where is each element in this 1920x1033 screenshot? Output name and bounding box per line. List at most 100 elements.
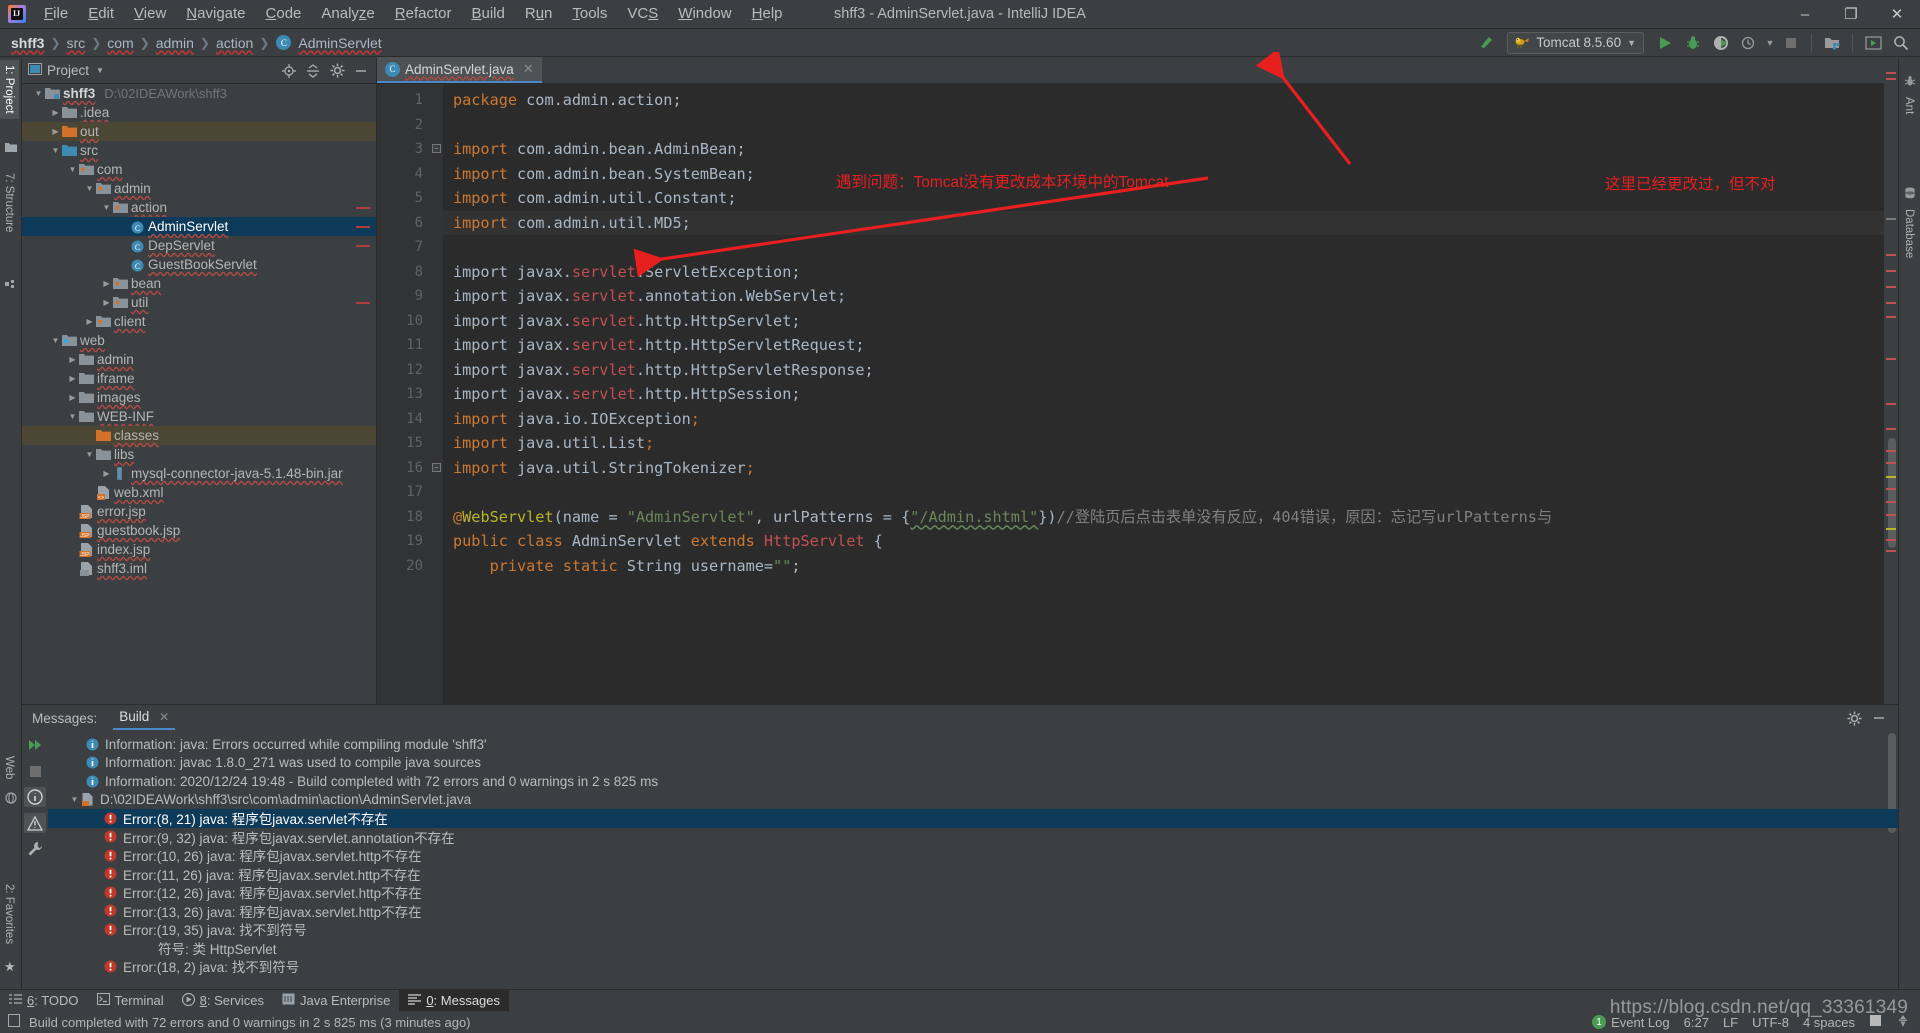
build-message-row[interactable]: Error:(19, 35) java: 找不到符号	[48, 920, 1898, 939]
breadcrumb-item-action[interactable]: action	[213, 34, 256, 52]
chevron-down-icon[interactable]: ▼	[96, 66, 104, 75]
code-line[interactable]: import com.admin.util.MD5;	[453, 211, 691, 236]
chevron-down-icon[interactable]: ▼	[1764, 32, 1776, 54]
chevron-down-icon[interactable]: ▼	[32, 87, 45, 100]
fold-toggle-icon[interactable]: −	[432, 144, 441, 153]
bottom-tab-8-services[interactable]: 8: Services	[173, 990, 273, 1012]
chevron-down-icon[interactable]: ▼	[83, 448, 96, 461]
hide-icon[interactable]	[350, 61, 372, 81]
chevron-down-icon[interactable]: ▼	[49, 144, 62, 157]
bottom-tab-6-todo[interactable]: 6: TODO	[0, 990, 88, 1012]
tree-node-bean[interactable]: ▶ bean	[22, 274, 376, 293]
inspector-icon[interactable]	[1896, 1014, 1910, 1031]
bottom-tab-java-enterprise[interactable]: Java Enterprise	[273, 990, 399, 1012]
tree-node-mysql-connector-java-5-1-48-bin-jar[interactable]: ▶ mysql-connector-java-5.1.48-bin.jar	[22, 464, 376, 483]
chevron-right-icon[interactable]: ▶	[100, 277, 113, 290]
tree-node-out[interactable]: ▶ out	[22, 122, 376, 141]
error-stripe-mark[interactable]	[1886, 539, 1896, 541]
tree-node-index-jsp[interactable]: JSP index.jsp	[22, 540, 376, 559]
indent-setting[interactable]: 4 spaces	[1803, 1015, 1855, 1030]
error-stripe-mark[interactable]	[1886, 270, 1896, 272]
sidebar-item-structure[interactable]: 7: Structure	[0, 168, 19, 237]
tree-node-guestbook-jsp[interactable]: JSP guestbook.jsp	[22, 521, 376, 540]
menu-view[interactable]: View	[124, 2, 176, 26]
minimize-button[interactable]: –	[1782, 0, 1828, 29]
chevron-right-icon[interactable]: ▶	[49, 106, 62, 119]
info-icon[interactable]	[24, 787, 46, 807]
breadcrumb-item-adminservlet[interactable]: AdminServlet	[295, 34, 384, 52]
error-stripe-mark[interactable]	[1886, 358, 1896, 360]
chevron-down-icon[interactable]: ▼	[66, 163, 79, 176]
run-configuration-selector[interactable]: Tomcat 8.5.60 ▼	[1507, 31, 1644, 54]
tree-node-classes[interactable]: classes	[22, 426, 376, 445]
build-messages-list[interactable]: Information: java: Errors occurred while…	[48, 731, 1898, 989]
chevron-down-icon[interactable]: ▼	[49, 334, 62, 347]
code-line[interactable]: public class AdminServlet extends HttpSe…	[453, 529, 883, 554]
stop-icon[interactable]	[24, 761, 46, 781]
chevron-down-icon[interactable]: ▼	[68, 793, 81, 806]
error-stripe-mark[interactable]	[1886, 514, 1896, 516]
editor-tab-adminservlet[interactable]: C AdminServlet.java ✕	[377, 57, 542, 83]
code-line[interactable]: import javax.servlet.http.HttpSession;	[453, 382, 800, 407]
chevron-right-icon[interactable]: ▶	[66, 353, 79, 366]
code-line[interactable]: import com.admin.util.Constant;	[453, 186, 736, 211]
build-message-row[interactable]: Error:(18, 2) java: 找不到符号	[48, 957, 1898, 976]
tree-node-shff3[interactable]: ▼ shff3 D:\02IDEAWork\shff3	[22, 84, 376, 103]
menu-build[interactable]: Build	[461, 2, 514, 26]
gear-icon[interactable]	[1843, 708, 1865, 728]
tree-node-shff3-iml[interactable]: shff3.iml	[22, 559, 376, 578]
tree-node-action[interactable]: ▼ action	[22, 198, 376, 217]
error-stripe-mark[interactable]	[1886, 72, 1896, 74]
chevron-right-icon[interactable]: ▶	[83, 315, 96, 328]
tree-node-error-jsp[interactable]: JSP error.jsp	[22, 502, 376, 521]
menu-file[interactable]: File	[34, 2, 78, 26]
chevron-right-icon[interactable]: ▶	[66, 391, 79, 404]
menu-code[interactable]: Code	[256, 2, 312, 26]
line-separator[interactable]: LF	[1723, 1015, 1738, 1030]
tree-node-depservlet[interactable]: C DepServlet	[22, 236, 376, 255]
rerun-icon[interactable]	[24, 735, 46, 755]
coverage-icon[interactable]	[1708, 32, 1734, 54]
menu-run[interactable]: Run	[515, 2, 563, 26]
tree-node-web-inf[interactable]: ▼ WEB-INF	[22, 407, 376, 426]
code-line[interactable]: import javax.servlet.http.HttpServletReq…	[453, 333, 864, 358]
breadcrumb-item-src[interactable]: src	[64, 34, 89, 52]
code-line[interactable]: import javax.servlet.ServletException;	[453, 260, 800, 285]
error-stripe-mark[interactable]	[1886, 254, 1896, 256]
debug-icon[interactable]	[1680, 32, 1706, 54]
build-message-row[interactable]: Error:(10, 26) java: 程序包javax.servlet.ht…	[48, 846, 1898, 865]
menu-analyze[interactable]: Analyze	[311, 2, 384, 26]
build-message-row[interactable]: 符号: 类 HttpServlet	[48, 939, 1898, 958]
event-log-button[interactable]: 1 Event Log	[1592, 1015, 1670, 1030]
sidebar-item-web[interactable]: Web	[0, 751, 19, 784]
tree-node-admin[interactable]: ▼ admin	[22, 179, 376, 198]
build-message-row[interactable]: Information: java: Errors occurred while…	[48, 735, 1898, 754]
breadcrumb-item-shff3[interactable]: shff3	[8, 34, 47, 52]
code-line[interactable]: private static String username="";	[453, 554, 801, 579]
code-line[interactable]: import java.util.StringTokenizer;	[453, 456, 755, 481]
error-stripe-mark[interactable]	[1886, 286, 1896, 288]
wrench-icon[interactable]	[24, 839, 46, 859]
error-stripe-mark[interactable]	[1886, 403, 1896, 405]
stop-icon[interactable]	[1778, 32, 1804, 54]
code-line[interactable]: import com.admin.bean.SystemBean;	[453, 162, 755, 187]
tree-node-iframe[interactable]: ▶ iframe	[22, 369, 376, 388]
code-line[interactable]: import java.util.List;	[453, 431, 654, 456]
chevron-down-icon[interactable]: ▼	[100, 201, 113, 214]
menu-refactor[interactable]: Refactor	[385, 2, 462, 26]
breadcrumb-item-admin[interactable]: admin	[153, 34, 197, 52]
error-stripe-mark[interactable]	[1886, 78, 1896, 80]
tree-node-guestbookservlet[interactable]: C GuestBookServlet	[22, 255, 376, 274]
tree-node-com[interactable]: ▼ com	[22, 160, 376, 179]
collapse-all-icon[interactable]	[302, 61, 324, 81]
error-stripe-mark[interactable]	[1886, 302, 1896, 304]
tree-node-client[interactable]: ▶ client	[22, 312, 376, 331]
sidebar-item-ant[interactable]: Ant	[1899, 92, 1919, 119]
build-message-row[interactable]: Information: 2020/12/24 19:48 - Build co…	[48, 772, 1898, 791]
make-project-icon[interactable]	[1473, 32, 1499, 54]
chevron-down-icon[interactable]: ▼	[83, 182, 96, 195]
error-stripe-mark[interactable]	[1886, 501, 1896, 503]
run-icon[interactable]	[1652, 32, 1678, 54]
code-line[interactable]: import javax.servlet.http.HttpServlet;	[453, 309, 800, 334]
bottom-tab-0-messages[interactable]: 0: Messages	[399, 989, 510, 1012]
